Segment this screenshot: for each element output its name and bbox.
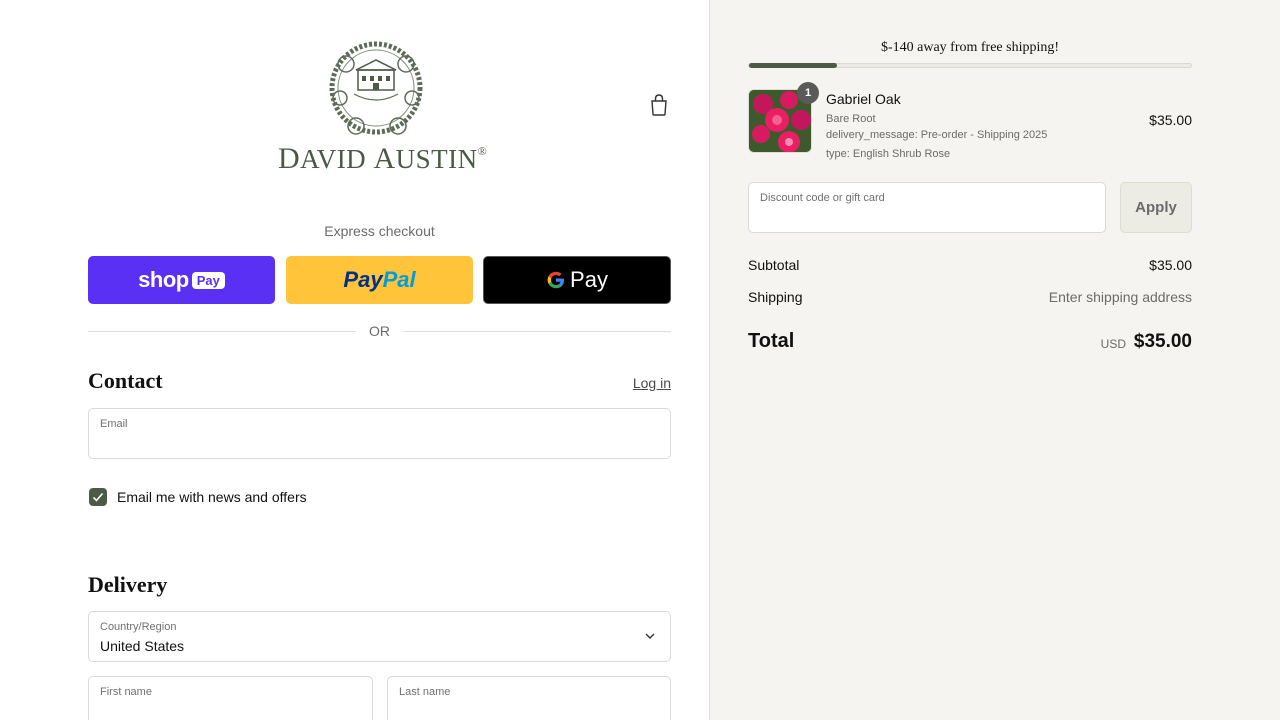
- last-name-field[interactable]: Last name: [387, 676, 671, 720]
- product-variant: Bare Root: [826, 113, 876, 125]
- shopping-bag-icon[interactable]: [648, 93, 670, 117]
- subtotal-label: Subtotal: [748, 257, 800, 273]
- email-field[interactable]: Email: [88, 408, 671, 459]
- free-shipping-progress-fill: [749, 63, 838, 68]
- login-link[interactable]: Log in: [600, 375, 671, 391]
- free-shipping-progress: [748, 63, 1192, 68]
- quantity-badge: 1: [797, 82, 819, 104]
- shop-pay-button[interactable]: shop Pay: [88, 256, 275, 304]
- shop-pay-wordmark: shop: [138, 267, 189, 292]
- email-field-label: Email: [100, 418, 128, 430]
- newsletter-checkbox[interactable]: [89, 488, 107, 506]
- checkmark-icon: [92, 492, 104, 502]
- country-select-value: United States: [100, 638, 185, 654]
- product-price: $35.00: [1149, 112, 1192, 128]
- free-shipping-message: $-140 away from free shipping!: [880, 40, 1060, 55]
- subtotal-value: $35.00: [1149, 257, 1192, 273]
- google-pay-button[interactable]: Pay: [483, 256, 671, 304]
- checkout-form-panel: DAVID AUSTIN® Express checkout shop Pay …: [0, 0, 709, 720]
- delivery-heading: Delivery: [88, 572, 168, 597]
- newsletter-label: Email me with news and offers: [117, 489, 307, 505]
- product-type: type: English Shrub Rose: [826, 148, 951, 160]
- first-name-field[interactable]: First name: [88, 676, 373, 720]
- last-name-label: Last name: [399, 686, 451, 698]
- total-label: Total: [748, 330, 795, 352]
- total-value: $35.00: [1133, 331, 1192, 352]
- or-text: OR: [369, 323, 390, 339]
- david-austin-logo[interactable]: DAVID AUSTIN®: [278, 36, 487, 175]
- google-pay-wordmark: Pay: [570, 267, 608, 292]
- shipping-value: Enter shipping address: [1048, 289, 1192, 305]
- product-name: Gabriel Oak: [826, 91, 901, 107]
- shipping-label: Shipping: [748, 289, 803, 305]
- rose-wreath-icon: [329, 41, 423, 135]
- country-select[interactable]: Country/Region United States: [88, 611, 671, 662]
- discount-code-input[interactable]: Discount code or gift card: [748, 182, 1106, 233]
- contact-heading: Contact: [88, 368, 163, 393]
- or-separator: OR: [88, 322, 671, 340]
- logo-wordmark: DAVID AUSTIN®: [278, 142, 488, 175]
- paypal-wordmark-part2: Pal: [382, 267, 416, 292]
- first-name-label: First name: [100, 686, 152, 698]
- chevron-down-icon: [645, 633, 655, 639]
- express-checkout-label: Express checkout: [324, 223, 435, 239]
- shop-pay-tag: Pay: [191, 271, 225, 289]
- country-select-label: Country/Region: [100, 621, 177, 633]
- paypal-wordmark-part1: Pay: [343, 267, 383, 292]
- discount-code-label: Discount code or gift card: [760, 192, 885, 204]
- product-delivery-message: delivery_message: Pre-order - Shipping 2…: [826, 129, 1048, 141]
- order-summary-panel: $-140 away from free shipping! 1 Gabriel…: [710, 0, 1280, 720]
- paypal-button[interactable]: Pay Pal: [286, 256, 473, 304]
- apply-discount-button[interactable]: Apply: [1120, 182, 1192, 233]
- google-g-icon: [547, 271, 565, 289]
